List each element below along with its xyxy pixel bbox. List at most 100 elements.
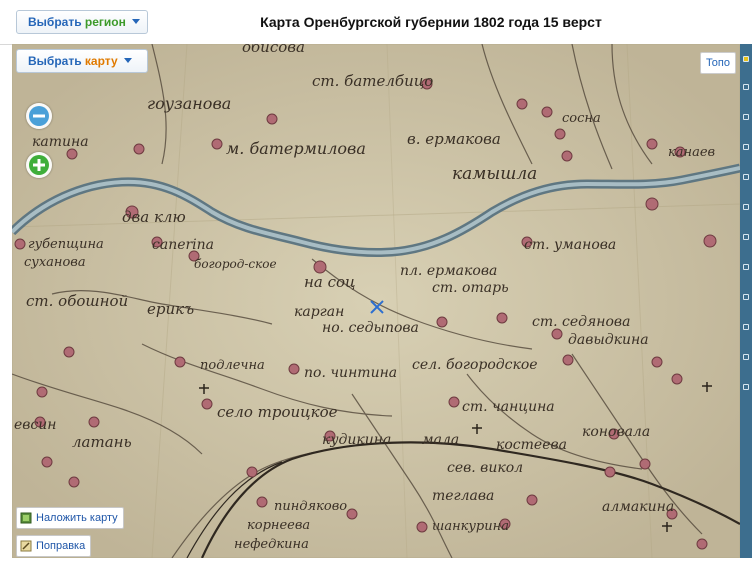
right-toolbar xyxy=(740,44,752,558)
map-label: канаев xyxy=(668,145,715,160)
settlement-marker xyxy=(541,106,553,118)
toolbar-icon[interactable] xyxy=(743,174,749,180)
map-label: подлечна xyxy=(200,358,265,373)
map-label: сел. богородское xyxy=(412,357,538,373)
settlement-marker xyxy=(651,356,663,368)
toolbar-icon[interactable] xyxy=(743,144,749,150)
select-region-prefix: Выбрать xyxy=(28,15,85,29)
map-label: обисова xyxy=(242,44,305,56)
toolbar-icon[interactable] xyxy=(743,354,749,360)
map-label: камышла xyxy=(452,164,537,184)
settlement-marker xyxy=(416,521,428,533)
map-label: латань xyxy=(72,433,132,451)
toolbar-icon[interactable] xyxy=(743,234,749,240)
map-label: сапеrina xyxy=(152,237,214,253)
select-map-highlight: карту xyxy=(84,54,118,68)
settlement-marker xyxy=(551,328,563,340)
settlement-marker xyxy=(645,197,659,211)
toolbar-icon[interactable] xyxy=(743,264,749,270)
correction-button[interactable]: Поправка xyxy=(16,535,92,557)
settlement-marker xyxy=(696,538,708,550)
map-label: гоузанова xyxy=(147,94,231,113)
chevron-down-icon xyxy=(131,19,140,24)
map-label: губеnщина xyxy=(28,237,104,252)
map-label: сосна xyxy=(562,111,601,126)
settlement-marker xyxy=(88,416,100,428)
settlement-marker xyxy=(554,128,566,140)
settlement-marker xyxy=(201,398,213,410)
overlay-map-button[interactable]: Наложить карту xyxy=(16,507,124,529)
toolbar-icon[interactable] xyxy=(743,294,749,300)
map-label: село троицкое xyxy=(217,403,338,421)
settlement-marker xyxy=(288,363,300,375)
toolbar-icon[interactable] xyxy=(743,84,749,90)
select-region-button[interactable]: Выбрать регион xyxy=(16,10,148,34)
settlement-marker xyxy=(671,373,683,385)
toolbar-icon[interactable] xyxy=(743,384,749,390)
toolbar-icon[interactable] xyxy=(743,204,749,210)
map-label: ст. уманова xyxy=(524,237,616,253)
map-label: пиндяково xyxy=(274,499,347,514)
page-title: Карта Оренбургской губернии 1802 года 15… xyxy=(260,14,602,30)
settlement-marker xyxy=(562,354,574,366)
toolbar-icon[interactable] xyxy=(743,324,749,330)
settlement-marker xyxy=(68,476,80,488)
map-label: ст. обошной xyxy=(26,292,128,310)
settlement-marker xyxy=(313,260,327,274)
map-label: сев. викол xyxy=(447,460,523,476)
settlement-marker xyxy=(448,396,460,408)
map-viewport[interactable]: обисова ст. бателбицо гоузанова катина м… xyxy=(12,44,740,558)
map-label: коновала xyxy=(582,424,650,440)
settlement-marker xyxy=(266,113,278,125)
map-label: богород-ское xyxy=(194,257,277,271)
settlement-marker xyxy=(63,346,75,358)
select-map-prefix: Выбрать xyxy=(28,54,85,68)
map-label: два клю xyxy=(122,208,186,226)
top-bar: Выбрать регион Карта Оренбургской губерн… xyxy=(0,0,752,45)
map-label: по. чинтина xyxy=(304,365,397,381)
overlay-map-label: Наложить карту xyxy=(36,512,118,524)
map-label: карган xyxy=(294,304,344,320)
map-label: алмакина xyxy=(602,499,674,515)
map-label: теглава xyxy=(432,488,494,504)
map-label: катина xyxy=(32,134,89,150)
map-label: кудикина xyxy=(322,432,391,448)
minus-icon xyxy=(29,106,49,126)
map-label: м. батермиловa xyxy=(226,139,366,158)
zoom-out-button[interactable] xyxy=(26,103,52,129)
settlement-marker xyxy=(639,458,651,470)
settlement-marker xyxy=(256,496,268,508)
topo-layer-button[interactable]: Топо xyxy=(699,52,736,74)
settlement-marker xyxy=(66,148,78,160)
map-label: пл. ермакова xyxy=(400,263,497,279)
settlement-marker xyxy=(496,312,508,324)
zoom-in-button[interactable] xyxy=(26,152,52,178)
settlement-marker xyxy=(516,98,528,110)
map-label: евсин xyxy=(14,417,57,433)
layers-icon xyxy=(20,512,32,524)
map-label: давыдкина xyxy=(568,332,649,348)
map-label: но. седыпова xyxy=(322,320,419,336)
historic-map[interactable]: обисова ст. бателбицо гоузанова катина м… xyxy=(12,44,740,558)
settlement-marker xyxy=(436,316,448,328)
map-label: нефедкина xyxy=(234,537,309,552)
map-label: костеева xyxy=(496,437,567,453)
map-label: ст. бателбицо xyxy=(312,72,433,90)
select-region-highlight: регион xyxy=(84,15,126,29)
settlement-marker xyxy=(346,508,358,520)
edit-icon xyxy=(20,540,32,552)
toolbar-icon[interactable] xyxy=(743,56,749,62)
settlement-marker xyxy=(14,238,26,250)
settlement-marker xyxy=(703,234,717,248)
select-map-button[interactable]: Выбрать карту xyxy=(16,49,148,73)
toolbar-icon[interactable] xyxy=(743,114,749,120)
correction-label: Поправка xyxy=(36,540,86,552)
map-label: в. ермакова xyxy=(407,130,501,148)
settlement-marker xyxy=(561,150,573,162)
map-label: корнеева xyxy=(247,518,310,533)
map-label: ерикъ xyxy=(147,300,194,318)
chevron-down-icon xyxy=(123,58,132,63)
settlement-marker xyxy=(36,386,48,398)
map-label: ст. седянова xyxy=(532,314,630,330)
settlement-marker xyxy=(211,138,223,150)
